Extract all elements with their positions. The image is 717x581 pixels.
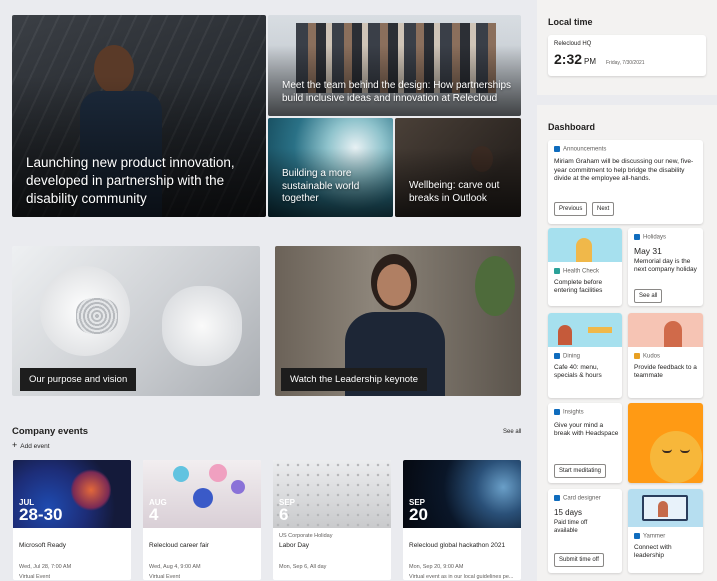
kudos-card[interactable]: Kudos Provide feedback to a teammate xyxy=(628,313,703,398)
add-event-button[interactable]: + Add event xyxy=(12,440,50,450)
card-designer-card[interactable]: Card designer 15 days Paid time off avai… xyxy=(548,489,622,573)
event-location: Virtual Event xyxy=(19,574,51,580)
insights-text: Give your mind a break with Headspace xyxy=(554,422,619,438)
clock-location: Relecloud HQ xyxy=(554,41,592,47)
event-card[interactable]: JUL 28-30 Microsoft Ready Wed, Jul 28, 7… xyxy=(13,460,131,580)
event-image xyxy=(273,460,391,528)
hero-sustain-tile[interactable]: Building a more sustainable world togeth… xyxy=(268,118,393,217)
hero-wellbeing-caption[interactable]: Wellbeing: carve out breaks in Outlook xyxy=(409,180,509,205)
event-title: Relecloud career fair xyxy=(149,542,209,549)
holidays-card[interactable]: Holidays May 31 Memorial day is the next… xyxy=(628,228,703,306)
hero-main-tile[interactable]: Launching new product innovation, develo… xyxy=(12,15,266,217)
clock-date: Friday, 7/30/2021 xyxy=(606,60,645,66)
megaphone-icon xyxy=(554,146,560,152)
purpose-button[interactable]: Our purpose and vision xyxy=(20,368,137,391)
event-date: Wed, Jul 28, 7:00 AM xyxy=(19,564,72,570)
start-meditating-button[interactable]: Start meditating xyxy=(554,464,607,478)
yammer-illustration xyxy=(628,489,703,527)
insights-card[interactable]: Insights Give your mind a break with Hea… xyxy=(548,403,622,483)
event-card[interactable]: AUG 4 Relecloud career fair Wed, Aug 4, … xyxy=(143,460,261,580)
kudos-icon xyxy=(634,353,640,359)
plus-icon: + xyxy=(12,440,18,450)
event-date: Mon, Sep 20, 9:00 AM xyxy=(409,564,464,570)
dashboard-title: Dashboard xyxy=(548,122,596,132)
smile-face-icon xyxy=(650,431,702,483)
purpose-tile[interactable]: Our purpose and vision xyxy=(12,246,260,396)
event-day: 6 xyxy=(279,505,289,524)
health-check-illustration xyxy=(548,228,622,262)
events-title: Company events xyxy=(12,426,89,437)
event-day: 4 xyxy=(149,505,159,524)
dining-text: Cafe 40: menu, specials & hours xyxy=(554,364,602,380)
next-button[interactable]: Next xyxy=(592,202,615,216)
events-see-all-link[interactable]: See all xyxy=(503,429,521,435)
dining-illustration xyxy=(548,313,622,347)
announcement-text: Miriam Graham will be discussing our new… xyxy=(554,158,694,183)
event-day: 28-30 xyxy=(19,505,63,524)
hero-team-caption[interactable]: Meet the team behind the design: How par… xyxy=(282,80,514,105)
event-prefix: US Corporate Holiday xyxy=(279,533,333,539)
holiday-date: May 31 xyxy=(634,246,662,256)
local-time-panel: Local time Relecloud HQ 2:32 PM Friday, 7… xyxy=(537,0,717,95)
pto-value: 15 days xyxy=(554,508,583,517)
event-title: Microsoft Ready xyxy=(19,542,66,549)
plant-image xyxy=(475,256,515,316)
card-designer-icon xyxy=(554,495,560,501)
yammer-icon xyxy=(634,533,640,539)
kudos-illustration xyxy=(628,313,703,347)
kudos-text: Provide feedback to a teammate xyxy=(634,364,697,380)
health-check-card[interactable]: Health Check Complete before entering fa… xyxy=(548,228,622,306)
announcements-card[interactable]: Announcements Miriam Graham will be disc… xyxy=(548,140,703,224)
yammer-text: Connect with leadership xyxy=(634,544,672,560)
lightbulb-icon xyxy=(554,409,560,415)
keynote-button[interactable]: Watch the Leadership keynote xyxy=(281,368,427,391)
add-event-label: Add event xyxy=(20,443,50,450)
local-time-title: Local time xyxy=(548,17,593,27)
keynote-tile[interactable]: Watch the Leadership keynote xyxy=(275,246,521,396)
event-card[interactable]: SEP 6 US Corporate Holiday Labor Day Mon… xyxy=(273,460,391,580)
hero-wellbeing-tile[interactable]: Wellbeing: carve out breaks in Outlook xyxy=(395,118,521,217)
event-location: Virtual Event xyxy=(149,574,181,580)
dining-icon xyxy=(554,353,560,359)
event-date: Wed, Aug 4, 9:00 AM xyxy=(149,564,201,570)
previous-button[interactable]: Previous xyxy=(554,202,588,216)
clock-card: Relecloud HQ 2:32 PM Friday, 7/30/2021 xyxy=(548,35,706,76)
clock-time: 2:32 PM xyxy=(554,51,597,67)
submit-time-off-button[interactable]: Submit time off xyxy=(554,553,604,567)
event-card[interactable]: SEP 20 Relecloud global hackathon 2021 M… xyxy=(403,460,521,580)
calendar-icon xyxy=(634,234,640,240)
event-day: 20 xyxy=(409,505,428,524)
dashboard-panel: Dashboard Announcements Miriam Graham wi… xyxy=(537,105,717,581)
yammer-card[interactable]: Yammer Connect with leadership xyxy=(628,489,703,573)
hero-sustain-caption[interactable]: Building a more sustainable world togeth… xyxy=(282,168,377,206)
holiday-text: Memorial day is the next company holiday xyxy=(634,258,697,274)
pto-text: Paid time off available xyxy=(554,520,588,534)
event-title: Labor Day xyxy=(279,542,309,549)
health-check-text: Complete before entering facilities xyxy=(554,279,603,295)
holidays-see-all-button[interactable]: See all xyxy=(634,289,663,303)
event-location: Virtual event as in our local guidelines… xyxy=(409,574,514,580)
event-title: Relecloud global hackathon 2021 xyxy=(409,542,506,549)
hero-main-caption[interactable]: Launching new product innovation, develo… xyxy=(26,154,241,209)
dining-card[interactable]: Dining Cafe 40: menu, specials & hours xyxy=(548,313,622,398)
event-date: Mon, Sep 6, All day xyxy=(279,564,327,570)
headspace-image[interactable] xyxy=(628,403,703,483)
hero-team-tile[interactable]: Meet the team behind the design: How par… xyxy=(268,15,521,116)
heart-icon xyxy=(554,268,560,274)
